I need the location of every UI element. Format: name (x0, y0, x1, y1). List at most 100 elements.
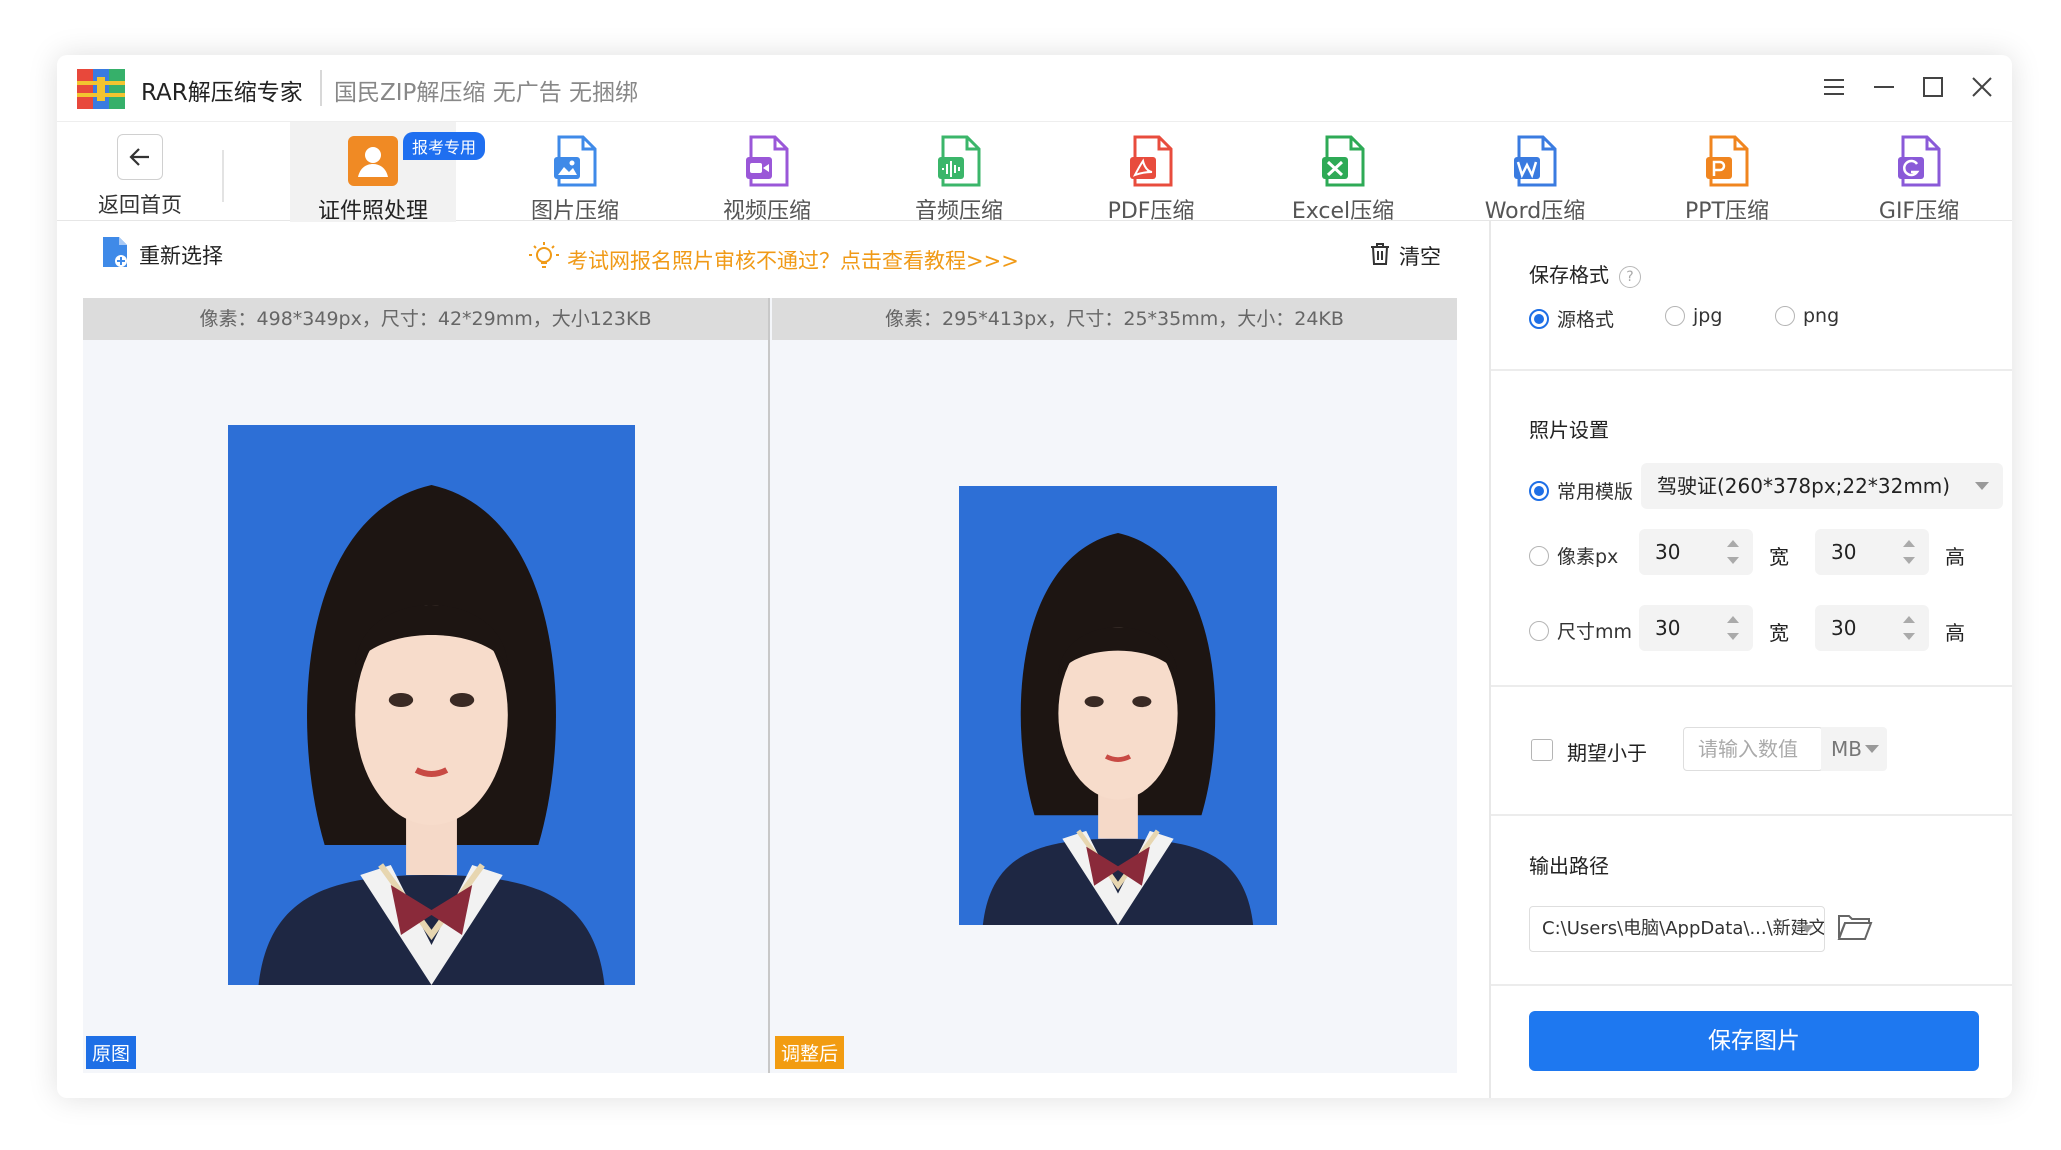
maximize-icon[interactable] (1919, 73, 1947, 101)
preview-area: 像素：498*349px，尺寸：42*29mm，大小123KB 原图 像素：29… (83, 298, 1457, 1073)
minimize-icon[interactable] (1870, 73, 1898, 101)
tab-video-compress[interactable]: 视频压缩 (687, 122, 847, 224)
mm-height-value: 30 (1831, 616, 1857, 640)
chevron-down-icon (1800, 925, 1814, 933)
height-unit: 高 (1945, 621, 1965, 645)
output-path-select[interactable]: C:\Users\电脑\AppData\...\新建文件夹 (1529, 906, 1825, 952)
pixel-radio[interactable]: 像素px (1529, 542, 1618, 569)
stepper-up-icon[interactable] (1727, 540, 1739, 547)
width-unit: 宽 (1769, 545, 1789, 569)
format-title-text: 保存格式 (1529, 263, 1609, 287)
mm-height-input[interactable]: 30 (1815, 605, 1929, 651)
ppt-file-icon (1699, 133, 1755, 189)
stepper-down-icon[interactable] (1903, 633, 1915, 640)
tab-audio-compress[interactable]: 音频压缩 (879, 122, 1039, 224)
pixel-width-input[interactable]: 30 (1639, 529, 1753, 575)
menu-icon[interactable] (1820, 73, 1848, 101)
size-limit-section: 期望小于 请输入数值 MB (1491, 687, 2012, 816)
size-limit-input[interactable]: 请输入数值 (1683, 727, 1823, 771)
chevron-down-icon (1975, 482, 1989, 490)
app-title: RAR解压缩专家 (141, 80, 303, 106)
photo-settings-section: 照片设置 常用模版 驾驶证(260*378px;22*32mm) 像素px 30… (1491, 371, 2012, 687)
size-unit-select[interactable]: MB (1821, 727, 1887, 771)
template-select[interactable]: 驾驶证(260*378px;22*32mm) (1641, 463, 2003, 509)
original-tag: 原图 (86, 1036, 137, 1069)
help-icon[interactable]: ? (1619, 265, 1641, 288)
original-pane: 像素：498*349px，尺寸：42*29mm，大小123KB 原图 (83, 298, 770, 1073)
tab-pdf-compress[interactable]: PDF压缩 (1071, 122, 1231, 224)
adjusted-photo (959, 486, 1277, 925)
original-info: 像素：498*349px，尺寸：42*29mm，大小123KB (83, 298, 768, 340)
tutorial-link[interactable]: 考试网报名照片审核不通过？点击查看教程>>> (529, 241, 1019, 278)
radio-dot (1665, 306, 1685, 326)
pixel-label: 像素px (1557, 546, 1619, 568)
app-window: RAR解压缩专家 国民ZIP解压缩 无广告 无捆绑 返回首页 证件照处理 报考专… (57, 55, 2012, 1098)
tab-excel-compress[interactable]: Excel压缩 (1263, 122, 1423, 224)
height-unit: 高 (1945, 545, 1965, 569)
output-section: 输出路径 C:\Users\电脑\AppData\...\新建文件夹 (1491, 816, 2012, 986)
action-bar: 重新选择 考试网报名照片审核不通过？点击查看教程>>> 清空 (57, 221, 1489, 301)
reselect-button[interactable]: 重新选择 (101, 235, 223, 274)
toolbar-divider (222, 150, 224, 202)
image-file-icon (547, 133, 603, 189)
clear-button[interactable]: 清空 (1369, 241, 1441, 271)
radio-dot (1529, 308, 1549, 329)
pixel-height-input[interactable]: 30 (1815, 529, 1929, 575)
back-home-button[interactable]: 返回首页 (95, 134, 185, 219)
stepper-up-icon[interactable] (1903, 540, 1915, 547)
template-label: 常用模版 (1557, 481, 1634, 503)
save-image-button[interactable]: 保存图片 (1529, 1011, 1979, 1071)
tab-ppt-compress[interactable]: PPT压缩 (1647, 122, 1807, 224)
close-icon[interactable] (1968, 73, 1996, 101)
arrow-left-icon (117, 134, 163, 180)
stepper-down-icon[interactable] (1727, 557, 1739, 564)
tab-image-compress[interactable]: 图片压缩 (495, 122, 655, 224)
app-slogan: 国民ZIP解压缩 无广告 无捆绑 (334, 80, 639, 106)
width-unit: 宽 (1769, 621, 1789, 645)
tab-gif-compress[interactable]: GIF压缩 (1839, 122, 1999, 224)
stepper-up-icon[interactable] (1903, 616, 1915, 623)
id-photo-icon (345, 133, 401, 189)
format-option-png[interactable]: png (1775, 305, 1839, 327)
output-path-value: C:\Users\电脑\AppData\...\新建文件夹 (1542, 918, 1825, 939)
pixel-height-value: 30 (1831, 540, 1857, 564)
mm-width-input[interactable]: 30 (1639, 605, 1753, 651)
template-value: 驾驶证(260*378px;22*32mm) (1657, 474, 1951, 498)
format-title: 保存格式? (1529, 259, 1641, 288)
stepper-down-icon[interactable] (1903, 557, 1915, 564)
stepper-up-icon[interactable] (1727, 616, 1739, 623)
format-option-jpg[interactable]: jpg (1665, 305, 1722, 327)
template-radio[interactable]: 常用模版 (1529, 477, 1633, 504)
audio-file-icon (931, 133, 987, 189)
format-section: 保存格式? 源格式 jpg png (1491, 221, 2012, 371)
format-option-source[interactable]: 源格式 (1529, 305, 1614, 332)
back-home-label: 返回首页 (98, 193, 182, 217)
title-divider (320, 70, 322, 106)
tab-word-compress[interactable]: Word压缩 (1455, 122, 1615, 224)
add-file-icon (101, 235, 129, 274)
settings-panel: 保存格式? 源格式 jpg png 照片设置 常用模版 驾驶证(260*378p… (1489, 221, 2012, 1098)
adjusted-info: 像素：295*413px，尺寸：25*35mm，大小：24KB (772, 298, 1457, 340)
gif-file-icon (1891, 133, 1947, 189)
size-limit-checkbox[interactable] (1531, 739, 1553, 761)
size-unit-value: MB (1831, 737, 1862, 761)
pdf-file-icon (1123, 133, 1179, 189)
stepper-down-icon[interactable] (1727, 633, 1739, 640)
pixel-width-value: 30 (1655, 540, 1681, 564)
format-option-label: 源格式 (1557, 309, 1615, 331)
size-limit-label: 期望小于 (1567, 741, 1647, 765)
mm-label: 尺寸mm (1557, 621, 1633, 643)
excel-file-icon (1315, 133, 1371, 189)
photo-settings-title: 照片设置 (1529, 418, 1609, 442)
folder-icon[interactable] (1837, 912, 1873, 946)
trash-icon (1369, 242, 1391, 271)
radio-dot (1529, 545, 1549, 566)
mm-radio[interactable]: 尺寸mm (1529, 617, 1632, 644)
reselect-label: 重新选择 (139, 243, 223, 268)
adjusted-tag: 调整后 (775, 1036, 845, 1069)
video-file-icon (739, 133, 795, 189)
rar-logo-icon (77, 69, 125, 109)
lightbulb-icon (529, 241, 559, 278)
exam-badge: 报考专用 (403, 132, 486, 160)
word-file-icon (1507, 133, 1563, 189)
